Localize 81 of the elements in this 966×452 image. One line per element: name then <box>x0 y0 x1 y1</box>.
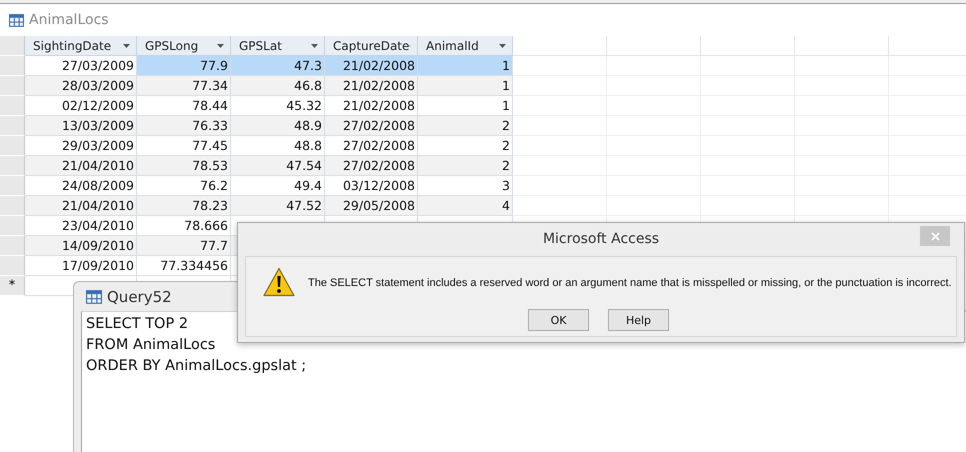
table-cell: 1 <box>418 56 513 76</box>
table-cell: 2 <box>418 136 513 156</box>
sql-line: FROM AnimalLocs <box>86 336 216 355</box>
table-cell: 03/12/2008 <box>325 176 418 196</box>
row-selector[interactable] <box>0 156 25 176</box>
column-header[interactable]: GPSLong <box>137 36 231 56</box>
table-cell: 77.7 <box>137 236 231 256</box>
error-message: The SELECT statement includes a reserved word or an argument name that is misspelled or missing, or the punctuation is incorrect. <box>308 277 952 289</box>
table-cell: 02/12/2009 <box>25 96 137 116</box>
row-selector[interactable] <box>0 56 25 76</box>
column-header[interactable]: CaptureDatе <box>325 36 418 56</box>
row-selector[interactable] <box>0 236 25 256</box>
row-selector[interactable] <box>0 136 25 156</box>
table-cell: 47.3 <box>231 56 325 76</box>
column-header[interactable]: GPSLat <box>231 36 325 56</box>
column-header[interactable]: AnimalId <box>418 36 513 56</box>
table-cell: 47.54 <box>231 156 325 176</box>
row-selector[interactable] <box>0 116 25 136</box>
row-selector[interactable] <box>0 216 25 236</box>
warning-icon <box>263 267 295 297</box>
table-cell: 1 <box>418 96 513 116</box>
table-cell: 21/02/2008 <box>325 96 418 116</box>
row-selector[interactable] <box>0 96 25 116</box>
table-cell: 21/02/2008 <box>325 76 418 96</box>
select-all-corner[interactable] <box>0 36 25 56</box>
table-cell: 76.33 <box>137 116 231 136</box>
column-header[interactable]: SightingDate <box>25 36 137 56</box>
query-icon <box>86 290 102 304</box>
table-cell: 21/04/2010 <box>25 156 137 176</box>
dropdown-icon[interactable] <box>499 44 506 48</box>
close-icon <box>930 232 940 240</box>
table-cell: 21/02/2008 <box>325 56 418 76</box>
table-cell: 13/03/2009 <box>25 116 137 136</box>
dropdown-icon[interactable] <box>217 44 224 48</box>
table-cell: 2 <box>418 116 513 136</box>
table-cell: 47.52 <box>231 196 325 216</box>
dropdown-icon[interactable] <box>123 44 130 48</box>
table-icon <box>9 14 24 26</box>
sql-line: ORDER BY AnimalLocs.gpslat ; <box>86 357 306 376</box>
table-cell: 27/02/2008 <box>325 156 418 176</box>
table-cell: 77.334456 <box>137 256 231 276</box>
table-cell: 48.9 <box>231 116 325 136</box>
table-cell: 46.8 <box>231 76 325 96</box>
table-cell: 29/05/2008 <box>325 196 418 216</box>
table-cell: 4 <box>418 196 513 216</box>
table-cell: 27/02/2008 <box>325 116 418 136</box>
table-cell: 78.53 <box>137 156 231 176</box>
table-cell: 14/09/2010 <box>25 236 137 256</box>
row-selector[interactable] <box>0 256 25 276</box>
table-cell: 23/04/2010 <box>25 216 137 236</box>
help-button[interactable]: Help <box>608 309 669 331</box>
ok-button[interactable]: OK <box>528 309 589 331</box>
dialog-title: Microsoft Access <box>542 231 660 247</box>
table-cell: 76.2 <box>137 176 231 196</box>
table-cell: 49.4 <box>231 176 325 196</box>
table-cell: 78.44 <box>137 96 231 116</box>
table-title: AnimalLocs <box>29 12 109 28</box>
table-cell: 1 <box>418 76 513 96</box>
close-button[interactable] <box>920 226 950 246</box>
table-cell: 48.8 <box>231 136 325 156</box>
table-cell: 77.34 <box>137 76 231 96</box>
table-cell: 24/08/2009 <box>25 176 137 196</box>
table-cell: 2 <box>418 156 513 176</box>
row-selector[interactable] <box>0 76 25 96</box>
table-cell: 27/03/2009 <box>25 56 137 76</box>
table-cell: 77.9 <box>137 56 231 76</box>
table-cell: 29/03/2009 <box>25 136 137 156</box>
table-cell: 21/04/2010 <box>25 196 137 216</box>
table-cell: 78.666 <box>137 216 231 236</box>
table-cell: 3 <box>418 176 513 196</box>
table-cell: 77.45 <box>137 136 231 156</box>
new-row-marker: * <box>0 276 25 296</box>
dropdown-icon[interactable] <box>311 44 318 48</box>
table-cell: 45.32 <box>231 96 325 116</box>
table-cell: 78.23 <box>137 196 231 216</box>
table-cell: 28/03/2009 <box>25 76 137 96</box>
row-selector[interactable] <box>0 176 25 196</box>
table-cell: 27/02/2008 <box>325 136 418 156</box>
row-selector[interactable] <box>0 196 25 216</box>
table-cell: 17/09/2010 <box>25 256 137 276</box>
sql-line: SELECT TOP 2 <box>86 315 188 334</box>
